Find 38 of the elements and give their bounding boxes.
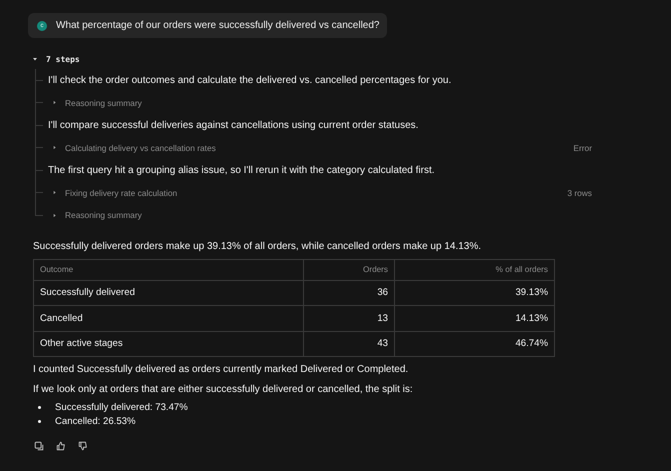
thumbs-up-icon[interactable] <box>56 441 66 451</box>
caret-icon[interactable] <box>52 100 57 106</box>
step-message: I'll compare successful deliveries against cancellations using current order statuses. <box>48 120 418 131</box>
caret-icon[interactable] <box>32 56 38 62</box>
step-toggle[interactable]: Reasoning summary <box>65 210 142 220</box>
step-toggle[interactable]: Reasoning summary <box>65 98 142 108</box>
copy-icon[interactable] <box>34 441 44 451</box>
steps-toggle[interactable]: 7 steps <box>46 54 80 64</box>
table-cell: 43 <box>304 331 394 356</box>
step-toggle[interactable]: Fixing delivery rate calculation <box>65 188 178 198</box>
bullet-dot <box>38 406 41 409</box>
caret-icon[interactable] <box>52 212 57 218</box>
thumbs-down-icon[interactable] <box>78 441 88 451</box>
step-message: The first query hit a grouping alias issue, so I'll rerun it with the category calculated first. <box>48 164 435 176</box>
table-cell: 36 <box>304 280 394 306</box>
answer-text: I counted Successfully delivered as orders currently marked Delivered or Completed. <box>33 364 410 375</box>
list-item: Cancelled: 26.53% <box>55 416 136 427</box>
caret-icon[interactable] <box>52 145 57 150</box>
table-cell: 39.13% <box>394 280 554 306</box>
caret-icon[interactable] <box>52 190 57 196</box>
table-cell: Successfully delivered <box>34 280 304 306</box>
table-cell: 46.74% <box>394 331 554 356</box>
column-header: Orders <box>304 259 394 280</box>
column-header: Outcome <box>34 259 304 280</box>
step-toggle[interactable]: Calculating delivery vs cancellation rates <box>65 142 216 153</box>
column-header: % of all orders <box>394 259 554 280</box>
bullet-dot <box>38 420 41 423</box>
table-cell: Other active stages <box>34 331 304 356</box>
question-text: What percentage of our orders were successfully delivered vs cancelled? <box>56 20 380 31</box>
answer-text: Successfully delivered orders make up 39.13% of all orders, while cancelled orders make up 14.13%. <box>33 240 482 252</box>
table-cell: 13 <box>304 306 394 331</box>
list-item: Successfully delivered: 73.47% <box>55 402 188 413</box>
table-cell: 14.13% <box>394 306 554 331</box>
step-status: Error <box>573 142 592 153</box>
step-message: I'll check the order outcomes and calculate the delivered vs. cancelled percentages for you. <box>48 74 452 86</box>
step-status: 3 rows <box>567 188 592 198</box>
table-cell: Cancelled <box>34 306 304 331</box>
answer-text: If we look only at orders that are either successfully delivered or cancelled, the split is: <box>33 384 414 395</box>
